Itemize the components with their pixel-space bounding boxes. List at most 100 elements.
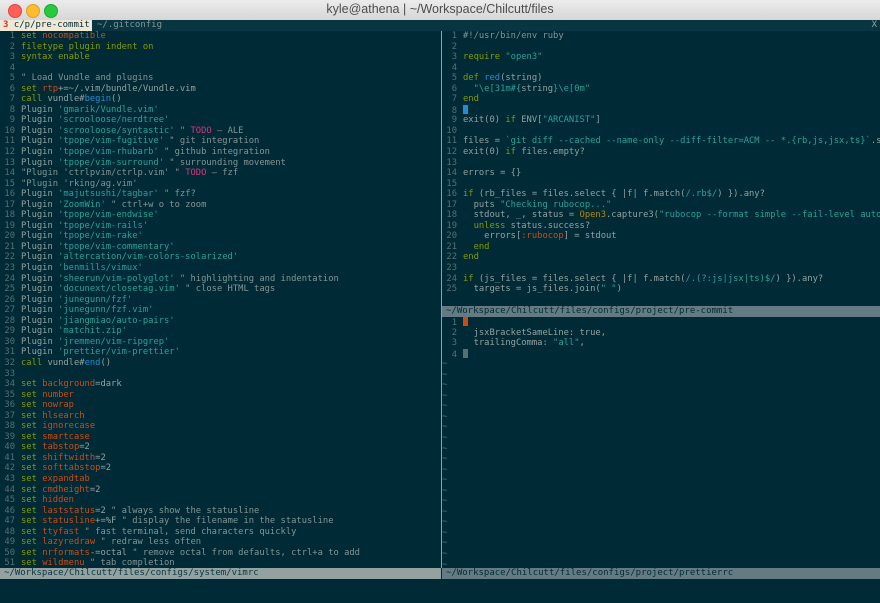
empty-buffer-line: ~ <box>442 559 448 568</box>
code-token: Plugin <box>21 104 59 115</box>
code-token: Plugin <box>21 347 59 358</box>
code-token: "Checking rubocop..." <box>500 199 612 210</box>
code-line: 7 end <box>442 94 880 105</box>
line-number: 24 <box>446 273 457 284</box>
empty-buffer-line: ~ <box>442 433 448 444</box>
title-bar: kyle@athena | ~/Workspace/Chilcutt/files <box>0 0 880 21</box>
command-line[interactable] <box>0 579 880 603</box>
vimrc-editor-pane[interactable]: 1 set nocompatible 2 filetype plugin indent… <box>0 31 441 568</box>
code-token: " highlighting and indentation <box>174 273 339 284</box>
terminal-window: kyle@athena | ~/Workspace/Chilcutt/files… <box>0 0 880 603</box>
line-number: 34 <box>4 379 15 390</box>
empty-buffer-line: ~ <box>442 527 448 538</box>
code-line: 42 set softtabstop=2 <box>0 463 360 474</box>
empty-buffer-line: ~ <box>442 464 448 475</box>
code-token: 'prettier/vim-prettier' <box>58 347 180 358</box>
line-number: 41 <box>4 452 15 463</box>
line-number: 47 <box>4 516 15 527</box>
line-number: 14 <box>4 168 15 179</box>
code-token: 'gmarik/Vundle.vim' <box>58 104 159 115</box>
code-token: cmdheight <box>42 484 90 495</box>
code-line: 30 Plugin 'jremmen/vim-ripgrep' <box>0 337 360 348</box>
code-token: set <box>21 495 37 506</box>
tab-gitconfig[interactable]: ~/.gitconfig <box>94 20 165 31</box>
code-token: set <box>21 389 37 400</box>
code-token: if <box>505 147 516 158</box>
code-line: 34 set background=dark <box>0 379 360 390</box>
code-token: exit(0) <box>463 115 506 126</box>
line-number: 1 <box>451 31 457 41</box>
code-line: 27 Plugin 'junegunn/fzf.vim' <box>0 305 360 316</box>
line-number: 50 <box>4 547 15 558</box>
prettierrc-editor-pane[interactable]: 12 jsxBracketSameLine: true, 3 trailingCo… <box>442 317 880 568</box>
line-number: 10 <box>4 125 15 136</box>
code-token: Plugin <box>21 115 59 126</box>
empty-buffer-line: ~ <box>442 485 448 496</box>
code-token: if <box>463 273 474 284</box>
code-token: set <box>21 463 37 474</box>
vim-tabline: 3 c/p/pre-commit ~/.gitconfig X <box>0 20 880 31</box>
line-number: 12 <box>4 147 15 158</box>
code-line: 22 Plugin 'altercation/vim-colors-solariz… <box>0 252 360 263</box>
pre-commit-editor-pane[interactable]: 1 #!/usr/bin/env ruby 2 3 require "open3" 4 5 d… <box>442 31 880 306</box>
code-token: shiftwidth <box>42 452 96 463</box>
code-token: .capture3( <box>606 210 659 221</box>
line-number: 39 <box>4 431 15 442</box>
line-number: 20 <box>446 231 457 242</box>
code-token: Plugin <box>21 241 59 252</box>
code-token: nowrap <box>42 400 74 411</box>
code-token: , <box>579 338 585 349</box>
code-token: errors = {} <box>463 168 522 179</box>
line-number: 5 <box>451 73 457 84</box>
tab-number: 3 <box>3 20 9 30</box>
code-line: 14 errors = {} <box>442 168 880 179</box>
code-line: 11 Plugin 'tpope/vim-fugitive' " git inte… <box>0 136 360 147</box>
vimrc-statusline: ~/Workspace/Chilcutt/files/configs/syste… <box>0 568 441 579</box>
code-line: 8 Plugin 'gmarik/Vundle.vim' <box>0 105 360 116</box>
close-tab-button[interactable]: X <box>872 20 877 31</box>
code-line: 2 <box>442 42 880 53</box>
code-token: " <box>174 125 191 136</box>
empty-buffer-line: ~ <box>442 411 448 422</box>
code-line: 21 Plugin 'tpope/vim-commentary' <box>0 242 360 253</box>
line-number: 13 <box>446 157 457 168</box>
line-number: 38 <box>4 421 15 432</box>
code-token: " " <box>600 284 617 295</box>
code-token: stdout, _, status = <box>463 210 580 221</box>
code-token: "open3" <box>505 52 543 63</box>
empty-buffer-line: ~ <box>442 538 448 549</box>
code-token: set <box>21 431 37 442</box>
tab-pre-commit[interactable]: 3 c/p/pre-commit <box>0 20 92 31</box>
code-token: () <box>100 357 112 368</box>
code-line: 4 <box>442 348 606 360</box>
code-line: 23 Plugin 'benmills/vimux' <box>0 263 360 274</box>
code-token: jsxBracketSameLine: true, <box>463 327 606 338</box>
line-number: 48 <box>4 526 15 537</box>
code-token: 'tpope/vim-rake' <box>58 231 143 242</box>
line-number: 7 <box>9 94 15 105</box>
line-number: 3 <box>451 338 457 349</box>
code-token: 'scrooloose/syntastic' <box>58 125 175 136</box>
code-line: 39 set smartcase <box>0 432 360 443</box>
code-token: =2 <box>95 505 106 516</box>
code-token: enable <box>58 52 90 63</box>
code-line: 40 set tabstop=2 <box>0 442 360 453</box>
code-token: set <box>21 473 37 484</box>
line-number: 2 <box>9 41 15 52</box>
line-number: 17 <box>446 199 457 210</box>
code-token: 'tpope/vim-endwise' <box>58 210 159 221</box>
code-token: Plugin <box>21 284 59 295</box>
line-number: 51 <box>4 558 15 568</box>
code-token: " remove octal from defaults, ctrl+a to … <box>126 547 360 558</box>
code-line: 32 call vundle#end() <box>0 358 360 369</box>
code-token: end <box>84 357 101 368</box>
code-token: #!/usr/bin/env ruby <box>463 31 564 41</box>
code-token: set <box>21 452 37 463</box>
code-token: set <box>21 505 37 516</box>
code-token: ENV[ <box>515 115 543 126</box>
code-line: 13 Plugin 'tpope/vim-surround' " surround… <box>0 158 360 169</box>
empty-buffer-line: ~ <box>442 496 448 507</box>
code-line: 35 set number <box>0 390 360 401</box>
line-number: 9 <box>451 115 457 126</box>
